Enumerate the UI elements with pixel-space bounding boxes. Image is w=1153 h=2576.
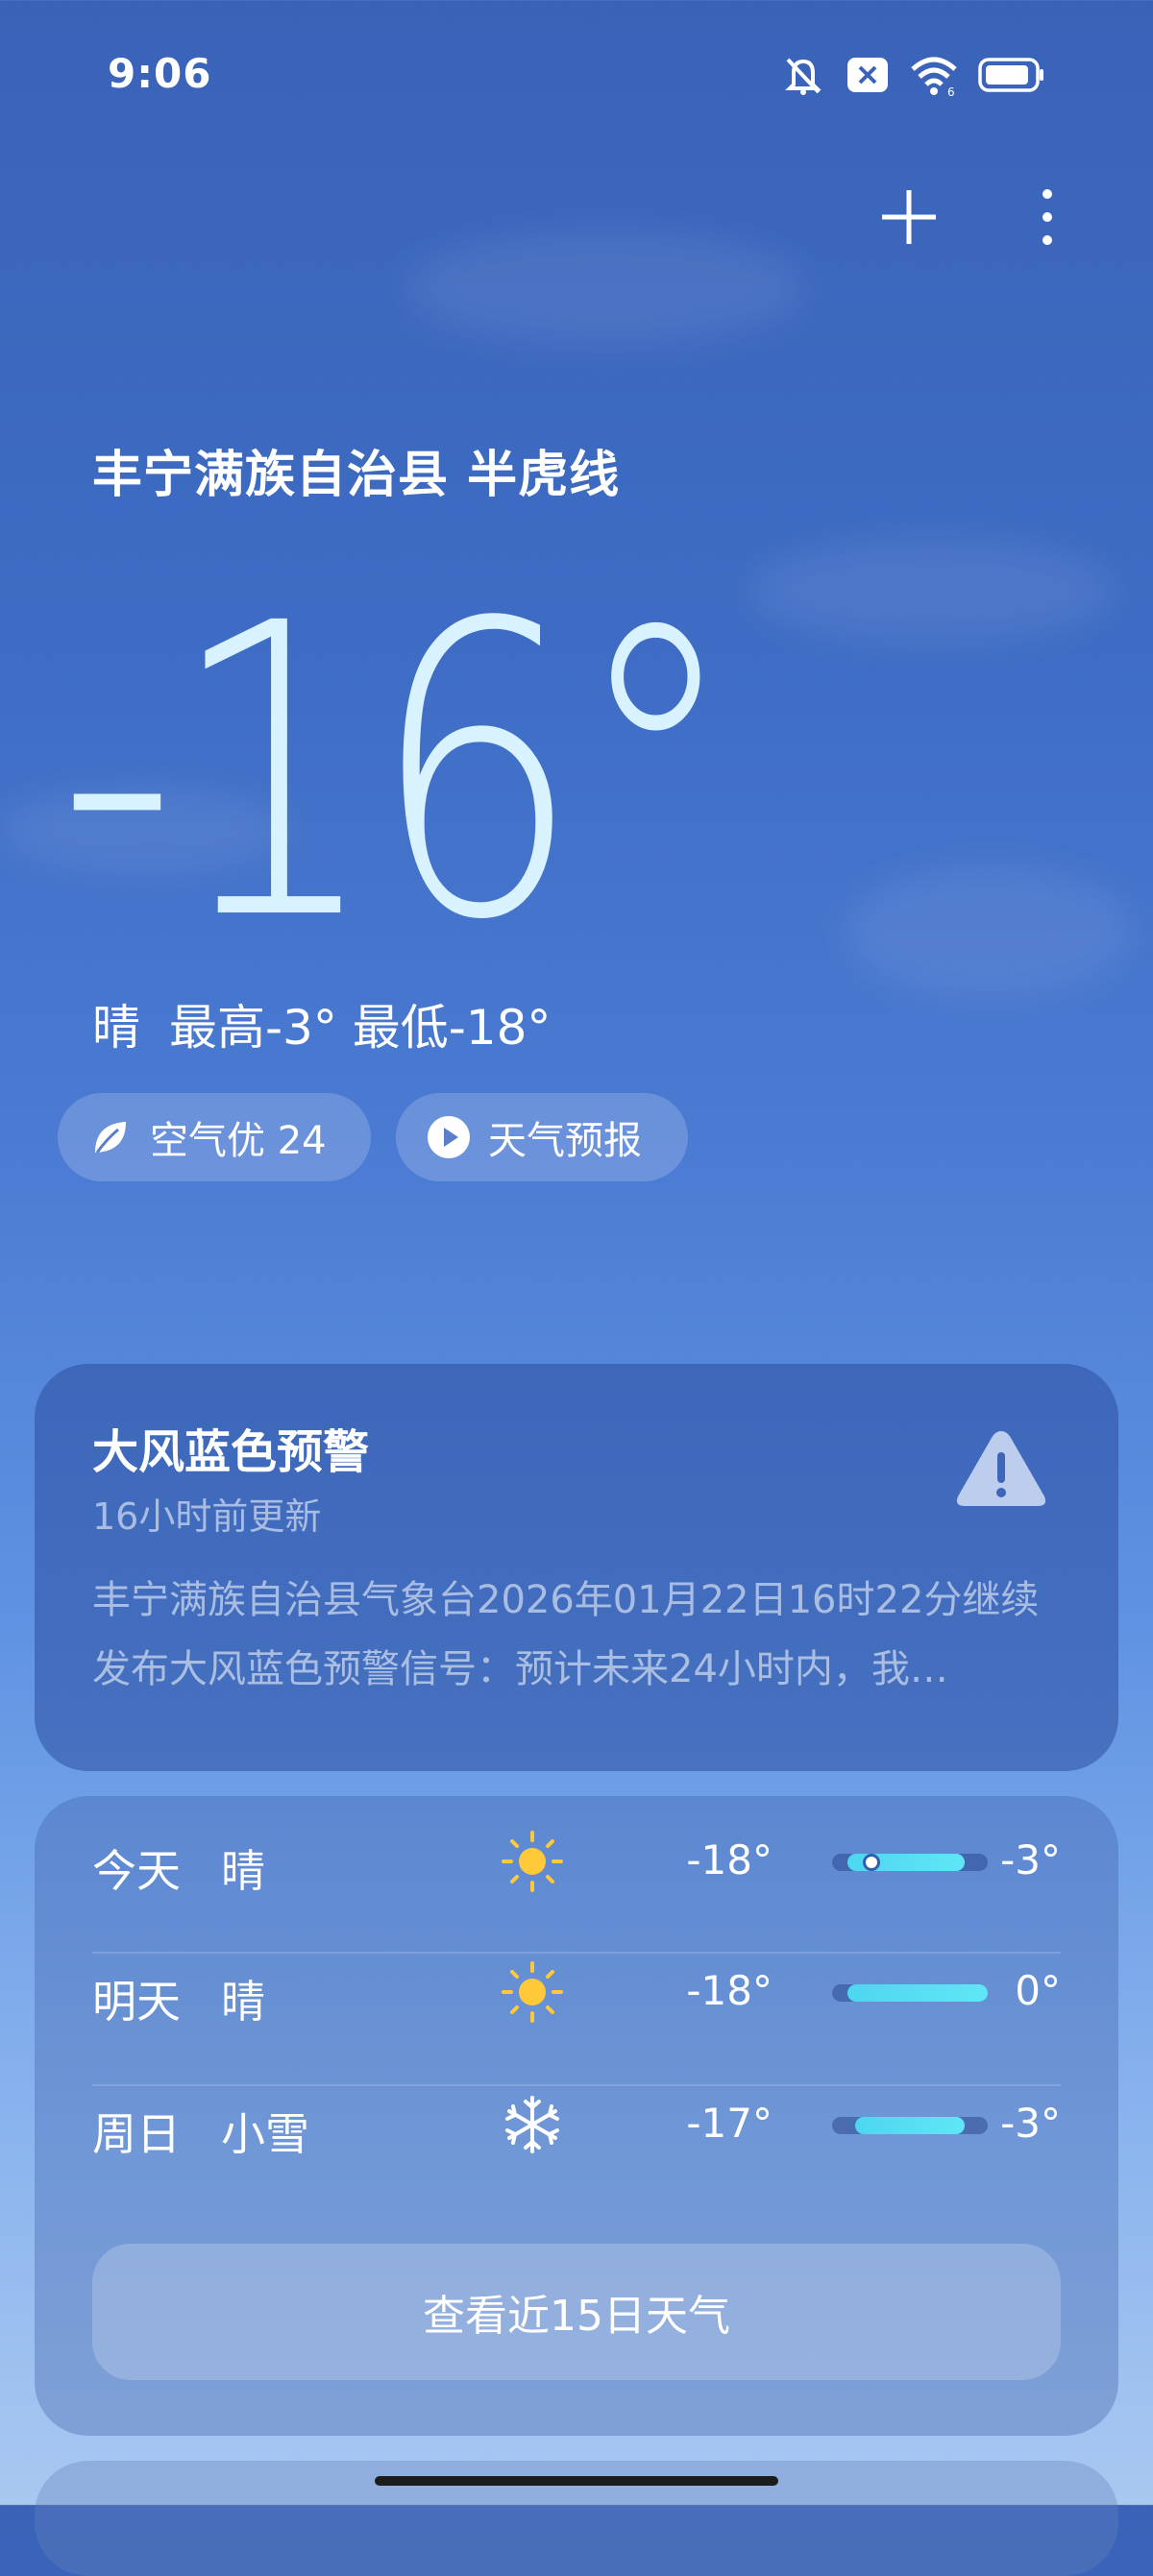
play-circle-icon [427, 1115, 471, 1159]
forecast-row[interactable]: 周日 小雪 -17° -3° [92, 2059, 1061, 2190]
forecast-video-label: 天气预报 [488, 1119, 642, 1163]
alert-title: 大风蓝色预警 [92, 1425, 370, 1479]
forecast-condition: 小雪 [221, 2108, 309, 2160]
background-cloud [404, 231, 807, 346]
warning-triangle-icon [956, 1431, 1046, 1506]
current-temperature: -16° [58, 576, 740, 941]
svg-text:6: 6 [947, 85, 955, 96]
add-city-button[interactable] [871, 179, 947, 255]
svg-text:-16°: -16° [58, 576, 730, 941]
weather-summary: 晴 最高-3° 最低-18° [92, 989, 551, 1058]
plus-icon [882, 190, 936, 244]
more-options-button[interactable] [1009, 179, 1086, 255]
forecast-day: 今天 [92, 1845, 181, 1897]
sun-icon [502, 1831, 563, 1892]
forecast-condition: 晴 [221, 1976, 265, 2028]
wifi-6-icon: 6 [911, 57, 957, 96]
weather-forecast-video-pill[interactable]: 天气预报 [396, 1093, 688, 1181]
snowflake-icon [505, 2096, 559, 2153]
forecast-row[interactable]: 今天 晴 -18° -3° [92, 1796, 1061, 1927]
temperature-range-bar [832, 1984, 988, 2002]
temperature-range-fill [855, 2117, 965, 2134]
forecast-low-temp: -17° [686, 2100, 773, 2147]
forecast-condition: 晴 [221, 1845, 265, 1897]
location-title: 丰宁满族自治县 半虎线 [92, 447, 621, 504]
current-condition: 晴 [92, 1000, 140, 1056]
forecast-row[interactable]: 明天 晴 -18° 0° [92, 1927, 1061, 2057]
notification-x-icon [847, 58, 888, 92]
bell-muted-icon [785, 58, 822, 95]
alert-description: 丰宁满族自治县气象台2026年01月22日16时22分继续发布大风蓝色预警信号：… [92, 1578, 1040, 1691]
forecast-high-temp: -3° [1000, 2100, 1061, 2147]
forecast-low-temp: -18° [686, 1836, 773, 1883]
temperature-range-bar [832, 1854, 988, 1871]
high-low-temps: 最高-3° 最低-18° [169, 1000, 552, 1056]
weather-alert-card[interactable]: 大风蓝色预警 16小时前更新 丰宁满族自治县气象台2026年01月22日16时2… [35, 1364, 1118, 1771]
forecast-day: 明天 [92, 1976, 181, 2028]
temperature-range-bar [832, 2117, 988, 2134]
sun-icon [502, 1961, 563, 2023]
forecast-low-temp: -18° [686, 1967, 773, 2014]
status-time: 9:06 [108, 50, 212, 97]
background-cloud [846, 864, 1134, 999]
leaf-icon [88, 1115, 133, 1159]
air-quality-label: 空气优 24 [150, 1119, 327, 1163]
temperature-range-fill [847, 1984, 988, 2002]
more-vertical-icon [1043, 189, 1052, 245]
status-icons: 6 [780, 54, 1045, 96]
forecast-day: 周日 [92, 2108, 181, 2160]
battery-icon [978, 58, 1043, 92]
home-indicator[interactable] [375, 2476, 778, 2486]
view-15-day-forecast-button[interactable]: 查看近15日天气 [92, 2244, 1061, 2380]
forecast-high-temp: -3° [1000, 1836, 1061, 1883]
status-bar: 9:06 6 [0, 0, 1153, 154]
alert-updated-time: 16小时前更新 [92, 1495, 322, 1538]
background-cloud [749, 538, 1115, 644]
daily-forecast-card: 今天 晴 -18° -3° 明天 晴 -18° 0° 周日 小雪 -17° -3… [35, 1796, 1118, 2436]
air-quality-pill[interactable]: 空气优 24 [58, 1093, 371, 1181]
forecast-high-temp: 0° [1015, 1967, 1061, 2014]
